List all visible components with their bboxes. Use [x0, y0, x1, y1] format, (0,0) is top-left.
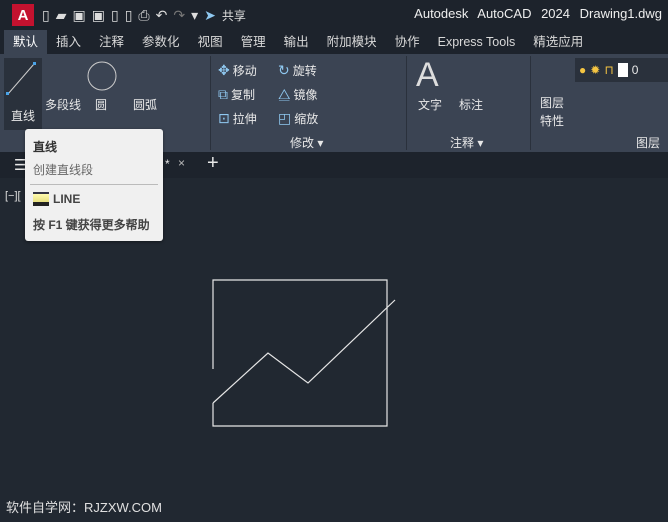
tab-express-tools[interactable]: Express Tools	[429, 30, 525, 54]
scale-label: 缩放	[294, 112, 319, 126]
rotate-icon: ↻	[278, 62, 290, 78]
move-label: 移动	[232, 64, 257, 78]
tab-addins[interactable]: 附加模块	[318, 30, 386, 54]
mirror-label: 镜像	[293, 88, 318, 102]
window-title: Autodesk AutoCAD 2024 Drawing1.dwg	[414, 6, 662, 21]
polyline-button[interactable]: 多段线	[45, 96, 81, 113]
stretch-icon: ⊡	[218, 110, 230, 126]
current-layer: 0	[631, 63, 639, 77]
share-icon[interactable]: ➤	[204, 7, 216, 24]
tab-view[interactable]: 视图	[189, 30, 232, 54]
open-icon[interactable]: ▰	[56, 7, 67, 24]
close-tab-button[interactable]: ×	[178, 156, 185, 170]
quick-access-toolbar: ▯ ▰ ▣ ▣ ▯ ▯ ⎙ ↶ ↷ ▾ ➤ 共享	[42, 7, 246, 24]
sun-icon: ✹	[590, 63, 601, 77]
customize-icon[interactable]: ▾	[191, 7, 198, 24]
tooltip-help: 按 F1 键获得更多帮助	[33, 218, 150, 232]
line-icon	[6, 62, 36, 95]
text-button[interactable]: 文字	[418, 96, 442, 113]
arc-button[interactable]: 圆弧	[133, 96, 157, 113]
tab-manage[interactable]: 管理	[232, 30, 275, 54]
ribbon-tabs: 默认 插入 注释 参数化 视图 管理 输出 附加模块 协作 Express To…	[0, 30, 668, 54]
redo-icon[interactable]: ↷	[173, 7, 185, 24]
divider	[30, 184, 158, 185]
share-button[interactable]: 共享	[222, 7, 246, 24]
circle-button[interactable]: 圆	[95, 96, 107, 113]
tab-insert[interactable]: 插入	[47, 30, 90, 54]
rectangle-shape	[212, 279, 388, 427]
copy-button[interactable]: ⧉ 复制	[218, 86, 255, 103]
tooltip-title: 直线	[33, 140, 58, 154]
circle-label: 圆	[95, 98, 108, 112]
title-bar: A ▯ ▰ ▣ ▣ ▯ ▯ ⎙ ↶ ↷ ▾ ➤ 共享 Autodesk Auto…	[0, 0, 668, 30]
arc-label: 圆弧	[133, 98, 158, 112]
tab-collaborate[interactable]: 协作	[386, 30, 429, 54]
copy-label: 复制	[231, 88, 256, 102]
modify-panel-label[interactable]: 修改 ▾	[290, 134, 323, 151]
tab-home[interactable]: 默认	[4, 30, 48, 54]
app-menu-button[interactable]: A	[12, 4, 34, 26]
line-label: 直线	[10, 109, 35, 123]
annotation-panel-label[interactable]: 注释 ▾	[450, 134, 483, 151]
move-icon: ✥	[218, 62, 230, 78]
undo-icon[interactable]: ↶	[156, 7, 168, 24]
file-name: Drawing1.dwg	[579, 6, 662, 21]
watermark: 软件自学网：RJZXW.COM	[6, 500, 162, 515]
scale-button[interactable]: ◰ 缩放	[278, 110, 318, 127]
app-title: Autodesk AutoCAD 2024	[414, 6, 570, 21]
dimension-button[interactable]: 标注	[459, 96, 483, 113]
layer-dropdown[interactable]: ● ✹ ⊓ 0	[575, 58, 668, 82]
layer-properties-button[interactable]: 图层 特性	[540, 96, 564, 129]
tab-parametric[interactable]: 参数化	[133, 30, 189, 54]
save-icon[interactable]: ▣	[73, 7, 86, 24]
tooltip-description: 创建直线段	[33, 163, 94, 177]
mirror-icon: ⧋	[278, 86, 291, 102]
layer-properties-label-2: 特性	[540, 114, 565, 128]
text-label: 文字	[418, 98, 443, 112]
print-icon[interactable]: ⎙	[138, 7, 149, 24]
move-button[interactable]: ✥ 移动	[218, 62, 257, 79]
copy-icon: ⧉	[218, 86, 228, 102]
divider	[406, 56, 407, 150]
divider	[210, 56, 211, 150]
tooltip: 直线 创建直线段 LINE 按 F1 键获得更多帮助	[25, 129, 163, 241]
color-swatch	[617, 63, 628, 77]
bulb-icon: ●	[579, 63, 587, 77]
new-icon[interactable]: ▯	[42, 7, 50, 24]
new-tab-button[interactable]: +	[207, 152, 219, 175]
stretch-label: 拉伸	[232, 112, 257, 126]
command-icon	[33, 192, 49, 206]
text-icon: A	[416, 56, 439, 94]
open-web-icon[interactable]: ▯	[111, 7, 119, 24]
layer-properties-label: 图层	[540, 96, 565, 110]
rotate-label: 旋转	[292, 64, 317, 78]
scale-icon: ◰	[278, 110, 292, 126]
mirror-button[interactable]: ⧋ 镜像	[278, 86, 318, 103]
stretch-button[interactable]: ⊡ 拉伸	[218, 110, 257, 127]
tab-annotate[interactable]: 注释	[90, 30, 133, 54]
zigzag-line	[212, 299, 396, 404]
divider	[530, 56, 531, 150]
unlock-icon: ⊓	[604, 63, 614, 77]
layers-panel-label[interactable]: 图层	[636, 134, 660, 151]
modified-indicator: *	[165, 157, 170, 171]
dimension-label: 标注	[459, 98, 484, 112]
save-as-icon[interactable]: ▣	[92, 7, 105, 24]
rotate-button[interactable]: ↻ 旋转	[278, 62, 317, 79]
circle-icon	[87, 61, 117, 91]
save-web-icon[interactable]: ▯	[125, 7, 133, 24]
polyline-label: 多段线	[45, 98, 82, 112]
tab-output[interactable]: 输出	[275, 30, 318, 54]
tooltip-command: LINE	[53, 192, 81, 206]
line-button[interactable]: 直线	[4, 58, 42, 130]
tab-featured-apps[interactable]: 精选应用	[524, 30, 592, 54]
